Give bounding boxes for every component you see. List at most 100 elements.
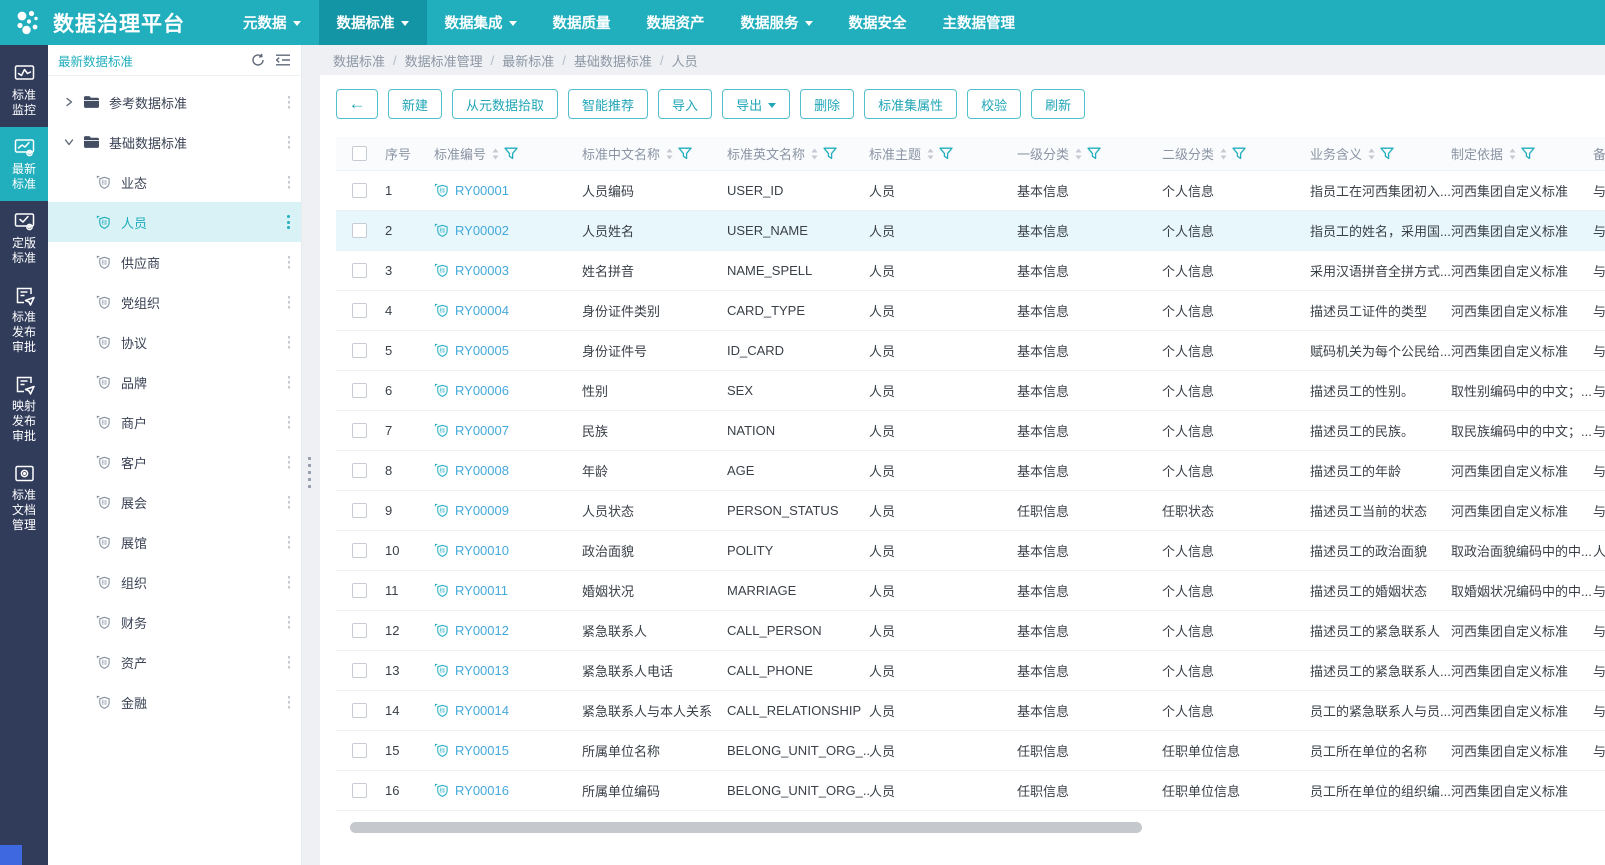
rail-item-mapping-publish-approval[interactable]: 映射发布审批 xyxy=(0,364,48,453)
node-actions-icon[interactable] xyxy=(288,536,291,549)
pick-from-metadata-button[interactable]: 从元数据拾取 xyxy=(452,89,558,119)
tree-node-asset[interactable]: 标资产 xyxy=(48,642,301,682)
row-checkbox[interactable] xyxy=(352,423,367,438)
filter-icon[interactable] xyxy=(504,147,518,160)
row-checkbox[interactable] xyxy=(352,503,367,518)
breadcrumb-item[interactable]: 数据标准管理 xyxy=(405,51,483,70)
table-row[interactable]: 15标RY00015所属单位名称BELONG_UNIT_ORG_...人员任职信… xyxy=(336,731,1605,771)
table-row[interactable]: 13标RY00013紧急联系人电话CALL_PHONE人员基本信息个人信息描述员… xyxy=(336,651,1605,691)
standard-code-link[interactable]: 标RY00008 xyxy=(434,463,509,478)
filter-icon[interactable] xyxy=(1232,147,1246,160)
standard-code-link[interactable]: 标RY00014 xyxy=(434,703,509,718)
export-button[interactable]: 导出 xyxy=(722,89,790,119)
tree-node-brand[interactable]: 标品牌 xyxy=(48,362,301,402)
row-checkbox[interactable] xyxy=(352,263,367,278)
node-actions-icon[interactable] xyxy=(288,376,291,389)
standard-code-link[interactable]: 标RY00004 xyxy=(434,303,509,318)
rail-item-latest-standard[interactable]: 最新标准 xyxy=(0,127,48,201)
rail-item-standard-publish-approval[interactable]: 标准发布审批 xyxy=(0,275,48,364)
nav-item-data-service[interactable]: 数据服务 xyxy=(723,0,831,45)
row-checkbox[interactable] xyxy=(352,383,367,398)
row-checkbox[interactable] xyxy=(352,703,367,718)
standard-code-link[interactable]: 标RY00011 xyxy=(434,583,508,598)
table-row[interactable]: 5标RY00005身份证件号ID_CARD人员基本信息个人信息赋码机关为每个公民… xyxy=(336,331,1605,371)
tree-node-organization[interactable]: 标组织 xyxy=(48,562,301,602)
filter-icon[interactable] xyxy=(823,147,837,160)
sort-icon[interactable] xyxy=(926,148,935,160)
node-actions-icon[interactable] xyxy=(288,256,291,269)
standard-code-link[interactable]: 标RY00013 xyxy=(434,663,509,678)
rail-item-standard-doc-management[interactable]: 标准文档管理 xyxy=(0,453,48,542)
nav-item-data-security[interactable]: 数据安全 xyxy=(831,0,925,45)
sort-icon[interactable] xyxy=(1367,148,1376,160)
back-button[interactable]: ← xyxy=(336,89,378,119)
rail-item-standard-monitor[interactable]: 标准监控 xyxy=(0,53,48,127)
tree-node-personnel[interactable]: 标人员 xyxy=(48,202,301,242)
sort-icon[interactable] xyxy=(1219,148,1228,160)
standard-code-link[interactable]: 标RY00003 xyxy=(434,263,509,278)
node-actions-icon[interactable] xyxy=(288,696,291,709)
node-actions-icon[interactable] xyxy=(288,656,291,669)
standard-code-link[interactable]: 标RY00006 xyxy=(434,383,509,398)
breadcrumb-item[interactable]: 数据标准 xyxy=(333,51,385,70)
table-row[interactable]: 2标RY00002人员姓名USER_NAME人员基本信息个人信息指员工的姓名，采… xyxy=(336,211,1605,251)
table-row[interactable]: 3标RY00003姓名拼音NAME_SPELL人员基本信息个人信息采用汉语拼音全… xyxy=(336,251,1605,291)
nav-item-data-asset[interactable]: 数据资产 xyxy=(629,0,723,45)
node-actions-icon[interactable] xyxy=(288,296,291,309)
standard-code-link[interactable]: 标RY00007 xyxy=(434,423,509,438)
table-row[interactable]: 16标RY00016所属单位编码BELONG_UNIT_ORG_...人员任职信… xyxy=(336,771,1605,811)
table-row[interactable]: 12标RY00012紧急联系人CALL_PERSON人员基本信息个人信息描述员工… xyxy=(336,611,1605,651)
table-row[interactable]: 6标RY00006性别SEX人员基本信息个人信息描述员工的性别。取性别编码中的中… xyxy=(336,371,1605,411)
standard-code-link[interactable]: 标RY00015 xyxy=(434,743,509,758)
standard-code-link[interactable]: 标RY00009 xyxy=(434,503,509,518)
row-checkbox[interactable] xyxy=(352,223,367,238)
chevron-down-icon[interactable] xyxy=(64,137,80,147)
nav-item-metadata[interactable]: 元数据 xyxy=(225,0,319,45)
nav-item-data-integration[interactable]: 数据集成 xyxy=(427,0,535,45)
delete-button[interactable]: 删除 xyxy=(800,89,854,119)
refresh-icon[interactable] xyxy=(251,53,265,67)
standard-code-link[interactable]: 标RY00002 xyxy=(434,223,509,238)
row-checkbox[interactable] xyxy=(352,783,367,798)
table-row[interactable]: 8标RY00008年龄AGE人员基本信息个人信息描述员工的年龄河西集团自定义标准… xyxy=(336,451,1605,491)
row-checkbox[interactable] xyxy=(352,743,367,758)
tree-node-venue[interactable]: 标展馆 xyxy=(48,522,301,562)
chevron-right-icon[interactable] xyxy=(64,97,80,107)
node-actions-icon[interactable] xyxy=(288,616,291,629)
filter-icon[interactable] xyxy=(1087,147,1101,160)
tree-node-basic-data-standard[interactable]: 基础数据标准 xyxy=(48,122,301,162)
breadcrumb-item[interactable]: 基础数据标准 xyxy=(574,51,652,70)
tree-node-reference-data-standard[interactable]: 参考数据标准 xyxy=(48,82,301,122)
panel-splitter-handle[interactable] xyxy=(308,457,311,488)
nav-item-data-quality[interactable]: 数据质量 xyxy=(535,0,629,45)
row-checkbox[interactable] xyxy=(352,543,367,558)
tree-node-merchant[interactable]: 标商户 xyxy=(48,402,301,442)
import-button[interactable]: 导入 xyxy=(658,89,712,119)
table-row[interactable]: 7标RY00007民族NATION人员基本信息个人信息描述员工的民族。取民族编码… xyxy=(336,411,1605,451)
rail-item-fixed-standard[interactable]: 定版标准 xyxy=(0,201,48,275)
table-row[interactable]: 1标RY00001人员编码USER_ID人员基本信息个人信息指员工在河西集团初入… xyxy=(336,171,1605,211)
sort-icon[interactable] xyxy=(1508,148,1517,160)
table-row[interactable]: 4标RY00004身份证件类别CARD_TYPE人员基本信息个人信息描述员工证件… xyxy=(336,291,1605,331)
tree-node-exhibition[interactable]: 标展会 xyxy=(48,482,301,522)
node-actions-icon[interactable] xyxy=(288,176,291,189)
node-actions-icon[interactable] xyxy=(287,215,290,229)
smart-recommend-button[interactable]: 智能推荐 xyxy=(568,89,648,119)
tree-node-agreement[interactable]: 标协议 xyxy=(48,322,301,362)
sort-icon[interactable] xyxy=(491,148,500,160)
filter-icon[interactable] xyxy=(1521,147,1535,160)
rail-bottom-button[interactable] xyxy=(0,845,22,865)
row-checkbox[interactable] xyxy=(352,583,367,598)
node-actions-icon[interactable] xyxy=(288,336,291,349)
node-actions-icon[interactable] xyxy=(288,136,291,149)
table-row[interactable]: 14标RY00014紧急联系人与本人关系CALL_RELATIONSHIP人员基… xyxy=(336,691,1605,731)
standard-code-link[interactable]: 标RY00012 xyxy=(434,623,509,638)
breadcrumb-item[interactable]: 最新标准 xyxy=(502,51,554,70)
nav-item-data-standard[interactable]: 数据标准 xyxy=(319,0,427,45)
row-checkbox[interactable] xyxy=(352,303,367,318)
filter-icon[interactable] xyxy=(939,147,953,160)
table-row[interactable]: 11标RY00011婚姻状况MARRIAGE人员基本信息个人信息描述员工的婚姻状… xyxy=(336,571,1605,611)
collapse-tree-icon[interactable] xyxy=(275,53,291,67)
create-button[interactable]: 新建 xyxy=(388,89,442,119)
horizontal-scrollbar-thumb[interactable] xyxy=(350,822,1142,833)
